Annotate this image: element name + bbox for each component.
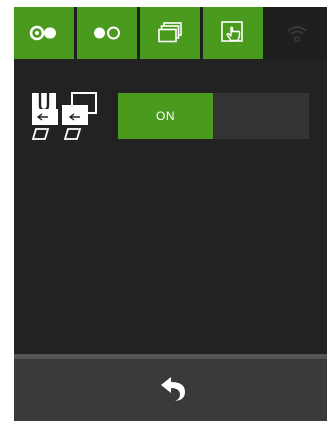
back-arrow-icon[interactable] [160, 375, 186, 403]
tab-wireless[interactable] [266, 7, 327, 59]
copies-icon [158, 22, 182, 43]
tab-copies[interactable] [140, 7, 200, 59]
tape-cassette-icon [29, 25, 56, 41]
on-off-toggle[interactable]: ON [118, 93, 309, 139]
wifi-icon [286, 26, 307, 42]
bottom-bar [14, 354, 327, 421]
top-tab-bar [14, 7, 327, 59]
tape-reel-icon [94, 26, 120, 40]
setting-row: ON [14, 87, 327, 147]
toggle-on-label: ON [156, 109, 175, 123]
touch-panel-icon [221, 21, 243, 42]
toggle-on-segment[interactable]: ON [118, 93, 213, 139]
tab-touch-panel[interactable] [203, 7, 263, 59]
tab-tape-reel[interactable] [77, 7, 137, 59]
tab-tape-cassette[interactable] [14, 7, 74, 59]
device-screen: ON [14, 7, 327, 421]
paper-feed-settings-icon [31, 91, 97, 140]
